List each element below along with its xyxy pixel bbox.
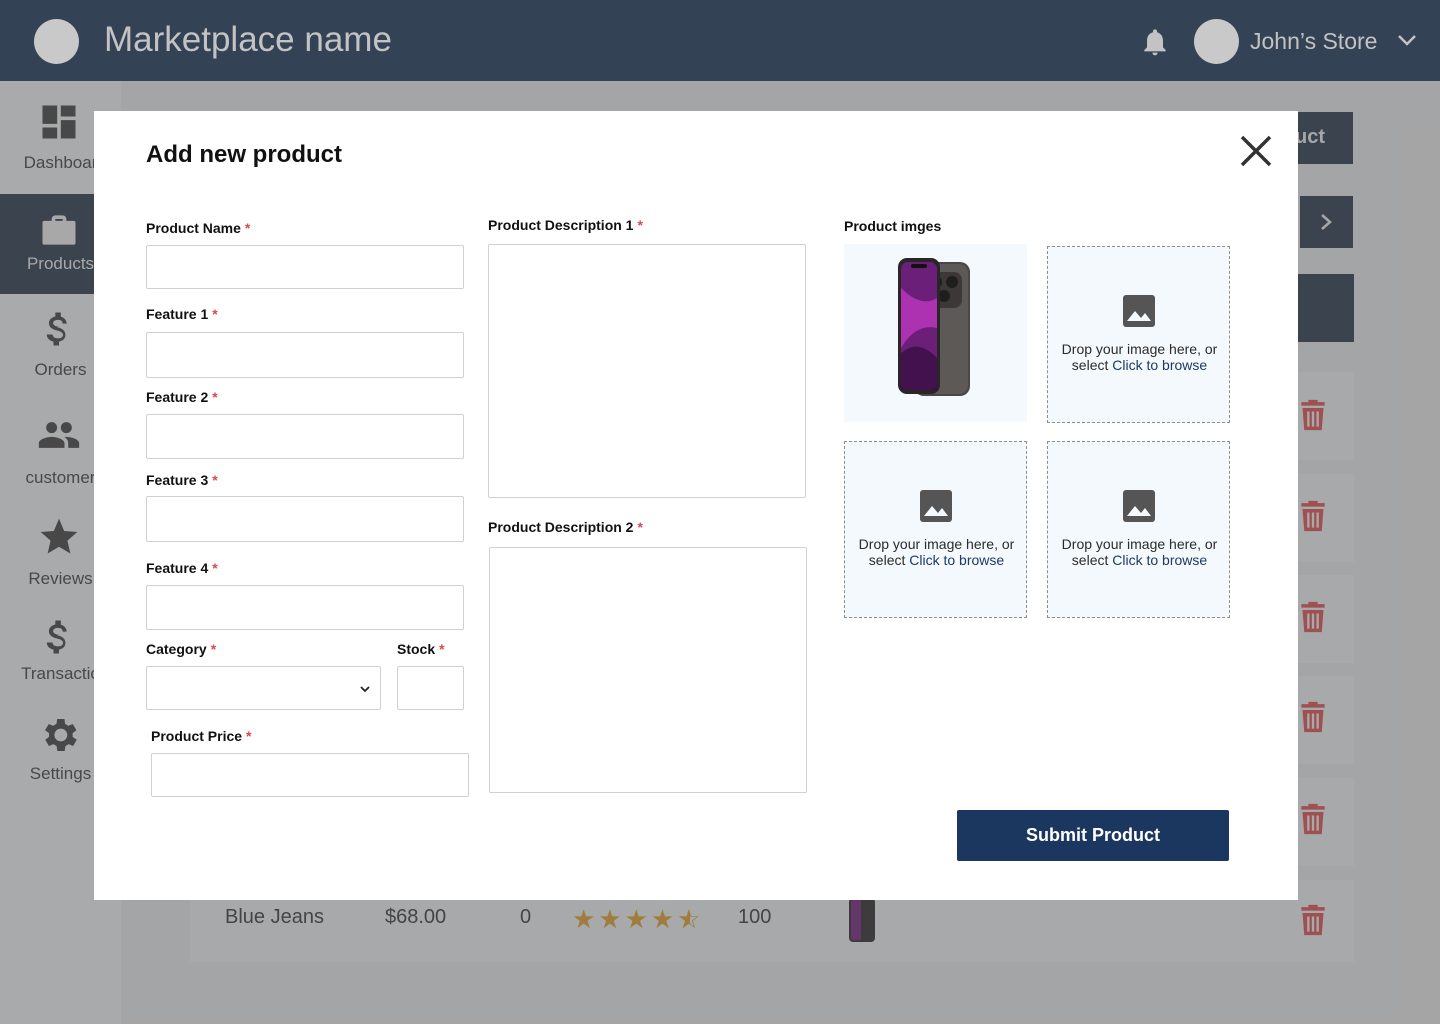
- stock-input[interactable]: [397, 666, 464, 710]
- avatar[interactable]: [1194, 19, 1239, 64]
- stock-label: Stock *: [397, 641, 445, 657]
- feature4-input[interactable]: [146, 585, 464, 630]
- product-name-label: Product Name *: [146, 220, 251, 236]
- close-icon[interactable]: [1236, 131, 1276, 171]
- image-dropzone[interactable]: Drop your image here, or select Click to…: [844, 441, 1027, 618]
- top-bar: Marketplace name John’s Store: [0, 0, 1440, 81]
- submit-product-button[interactable]: Submit Product: [957, 810, 1229, 861]
- feature2-label: Feature 2 *: [146, 389, 218, 405]
- bell-icon[interactable]: [1139, 24, 1171, 60]
- browse-link[interactable]: Click to browse: [1112, 552, 1207, 568]
- category-select[interactable]: [146, 666, 381, 710]
- price-label: Product Price *: [151, 728, 252, 744]
- add-product-modal: Add new product Product Name * Feature 1 *…: [94, 111, 1298, 900]
- uploaded-image[interactable]: [844, 244, 1027, 422]
- modal-title: Add new product: [146, 141, 342, 168]
- image-icon: [1123, 490, 1155, 522]
- feature3-input[interactable]: [146, 496, 464, 542]
- browse-link[interactable]: Click to browse: [909, 552, 1004, 568]
- category-label: Category *: [146, 641, 217, 657]
- price-input[interactable]: [151, 753, 469, 797]
- image-icon: [920, 490, 952, 522]
- feature4-label: Feature 4 *: [146, 560, 218, 576]
- browse-link[interactable]: Click to browse: [1112, 357, 1207, 373]
- store-name[interactable]: John’s Store: [1250, 28, 1377, 55]
- logo[interactable]: [34, 19, 79, 64]
- feature2-input[interactable]: [146, 414, 464, 459]
- dropzone-text: Drop your image here, or select Click to…: [1061, 341, 1218, 373]
- dropzone-text: Drop your image here, or select Click to…: [858, 536, 1015, 568]
- chevron-down-icon[interactable]: [1396, 30, 1418, 50]
- dropzone-text: Drop your image here, or select Click to…: [1061, 536, 1218, 568]
- description2-label: Product Description 2 *: [488, 519, 643, 535]
- feature1-label: Feature 1 *: [146, 306, 218, 322]
- image-dropzone[interactable]: Drop your image here, or select Click to…: [1047, 246, 1230, 423]
- product-name-input[interactable]: [146, 245, 464, 289]
- description2-textarea[interactable]: [489, 547, 807, 793]
- image-icon: [1123, 295, 1155, 327]
- description1-textarea[interactable]: [488, 244, 806, 498]
- chevron-down-icon: [360, 686, 370, 693]
- phone-image: [898, 258, 970, 396]
- feature3-label: Feature 3 *: [146, 472, 218, 488]
- description1-label: Product Description 1 *: [488, 217, 643, 233]
- image-dropzone[interactable]: Drop your image here, or select Click to…: [1047, 441, 1230, 618]
- app-title: Marketplace name: [104, 20, 392, 59]
- product-images-label: Product imges: [844, 218, 942, 234]
- feature1-input[interactable]: [146, 332, 464, 378]
